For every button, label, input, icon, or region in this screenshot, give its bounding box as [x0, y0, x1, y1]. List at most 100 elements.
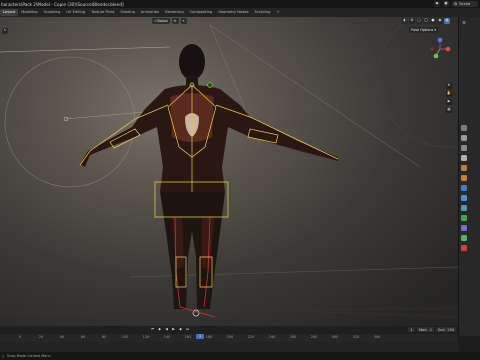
- window-title: haracters\Pack 2\Model - Copie (30)\Sour…: [1, 1, 124, 7]
- gizmo-y-icon[interactable]: [433, 53, 439, 59]
- scene-selector[interactable]: ⚙ Scene: [452, 1, 478, 7]
- scene-icon[interactable]: ▣: [443, 1, 449, 7]
- ruler-tick-label: 260: [289, 335, 297, 339]
- camera-view-icon[interactable]: ▶: [446, 99, 452, 105]
- light-circle: [4, 56, 136, 188]
- outliner-filter-icon[interactable]: ☰: [461, 21, 467, 27]
- start-label: Start: [418, 327, 427, 332]
- gizmo-neg-x-icon[interactable]: [430, 47, 434, 51]
- gizmo-x-icon[interactable]: [445, 46, 451, 52]
- transform-orientation[interactable]: ⊹ Global ⊙ ⌖: [152, 18, 187, 24]
- tab-scripting[interactable]: Scripting: [251, 9, 273, 16]
- play-icon[interactable]: ▶: [171, 327, 176, 332]
- tab-modeling[interactable]: Modeling: [18, 9, 40, 16]
- chevron-down-icon: ▾: [434, 28, 436, 32]
- ortho-grid-icon[interactable]: ▦: [446, 107, 452, 113]
- particles-tab-icon[interactable]: [461, 205, 467, 211]
- tab-shading[interactable]: Shading: [117, 9, 138, 16]
- tab-texture-paint[interactable]: Texture Paint: [88, 9, 117, 16]
- tool-tab-icon[interactable]: [461, 125, 467, 131]
- wireframe-shading-icon[interactable]: ◯: [423, 18, 429, 24]
- world-tab-icon[interactable]: [461, 175, 467, 181]
- play-reverse-icon[interactable]: ◀: [164, 327, 169, 332]
- output-tab-icon[interactable]: [461, 145, 467, 151]
- current-frame-value: 1: [410, 327, 413, 332]
- add-workspace-button[interactable]: +: [273, 9, 282, 16]
- tab-uv-editing[interactable]: UV Editing: [63, 9, 88, 16]
- xray-icon[interactable]: ▢: [416, 18, 422, 24]
- material-tab-icon[interactable]: [461, 245, 467, 251]
- ruler-tick-label: 180: [205, 335, 213, 339]
- ruler-tick-label: 320: [352, 335, 360, 339]
- ruler-tick-label: 240: [268, 335, 276, 339]
- object-icon[interactable]: ◆: [434, 1, 440, 7]
- material-shading-icon[interactable]: ◉: [437, 18, 443, 24]
- next-keyframe-icon[interactable]: ◆: [178, 327, 183, 332]
- select-tool-icon[interactable]: ↖: [2, 28, 8, 34]
- workspace-tabs: Layout Modeling Sculpting UV Editing Texture…: [0, 8, 480, 17]
- zoom-icon[interactable]: ⊕: [446, 83, 452, 89]
- scene-icon-small: ⚙: [454, 2, 458, 6]
- end-frame-field[interactable]: End 250: [436, 327, 456, 332]
- orientation-label: Global: [156, 19, 168, 23]
- playhead[interactable]: 1: [196, 334, 204, 339]
- pivot-icon[interactable]: ⊙: [171, 18, 179, 24]
- pan-hand-icon[interactable]: ✋: [446, 91, 452, 97]
- header-right: ◆ ▣ ⚙ Scene: [434, 1, 478, 7]
- tab-compositing[interactable]: Compositing: [187, 9, 216, 16]
- character-head: [179, 44, 205, 80]
- viewport-shading-tools: ◐ ⊚ ▢ ◯ ● ◉ ◍: [402, 18, 450, 24]
- frame-fields: 1 Start 1 End 250: [408, 327, 456, 332]
- tab-geometry-nodes[interactable]: Geometry Nodes: [215, 9, 251, 16]
- timeline-header: ⏮ ◆ ◀ ▶ ◆ ⏭ 1 Start 1 End 250: [0, 326, 458, 334]
- gizmo-z-icon[interactable]: [437, 37, 443, 43]
- physics-tab-icon[interactable]: [461, 215, 467, 221]
- playback-controls: ⏮ ◆ ◀ ▶ ◆ ⏭: [150, 327, 190, 332]
- scene-label: Scene: [459, 2, 471, 6]
- orientation-dropdown[interactable]: ⊹ Global: [152, 18, 170, 24]
- constraints-tab-icon[interactable]: [461, 225, 467, 231]
- pose-options-label: Pose Options: [411, 28, 434, 32]
- start-frame-field[interactable]: Start 1: [416, 327, 435, 332]
- 3d-viewport[interactable]: ↖ ⊹ Global ⊙ ⌖ ◐ ⊚ ▢ ◯ ● ◉ ◍ Pose Options…: [0, 17, 458, 326]
- grid-line: [0, 299, 458, 318]
- solid-shading-icon[interactable]: ●: [430, 18, 436, 24]
- object-tab-icon[interactable]: [461, 185, 467, 191]
- ik-target-marker[interactable]: [207, 82, 213, 88]
- light-circle-2: [377, 17, 458, 148]
- end-value: 250: [447, 327, 454, 332]
- jump-start-icon[interactable]: ⏮: [150, 327, 155, 332]
- ruler-tick-label: 220: [247, 335, 255, 339]
- ruler-tick-label: 120: [142, 335, 150, 339]
- tab-layout[interactable]: Layout: [0, 9, 19, 16]
- pose-options-dropdown[interactable]: Pose Options ▾: [409, 27, 438, 33]
- data-tab-icon[interactable]: [461, 235, 467, 241]
- ruler-tick-label: 140: [163, 335, 171, 339]
- timeline-track[interactable]: [0, 342, 458, 352]
- view-navigation-buttons: ⊕ ✋ ▶ ▦: [446, 83, 452, 113]
- view-layer-tab-icon[interactable]: [461, 155, 467, 161]
- end-label: End: [438, 327, 445, 332]
- snap-icon[interactable]: ⌖: [180, 18, 187, 24]
- current-frame-field[interactable]: 1: [408, 327, 415, 332]
- tab-rendering[interactable]: Rendering: [162, 9, 186, 16]
- rendered-shading-icon[interactable]: ◍: [444, 18, 450, 24]
- title-bar: haracters\Pack 2\Model - Copie (30)\Sour…: [0, 0, 480, 8]
- tab-animation[interactable]: Animation: [138, 9, 162, 16]
- scene-tab-icon[interactable]: [461, 165, 467, 171]
- visibility-icon[interactable]: ◐: [402, 18, 408, 24]
- ruler-tick-label: 340: [373, 335, 381, 339]
- overlay-icon[interactable]: ⊚: [409, 18, 415, 24]
- timeline-ruler[interactable]: 0 20 40 60 80 100 120 140 160 180 200 220 240 260 280 3…: [0, 334, 458, 342]
- guide-line: [0, 46, 171, 53]
- render-tab-icon[interactable]: [461, 135, 467, 141]
- ruler-tick-label: 160: [184, 335, 192, 339]
- ruler-tick-label: 40: [59, 335, 65, 339]
- modifier-tab-icon[interactable]: [461, 195, 467, 201]
- navigation-gizmo[interactable]: [430, 37, 451, 59]
- tab-sculpting[interactable]: Sculpting: [41, 9, 64, 16]
- ruler-tick-label: 0: [18, 335, 22, 339]
- properties-tabs: ☰: [458, 17, 480, 336]
- prev-keyframe-icon[interactable]: ◆: [157, 327, 162, 332]
- jump-end-icon[interactable]: ⏭: [185, 327, 190, 332]
